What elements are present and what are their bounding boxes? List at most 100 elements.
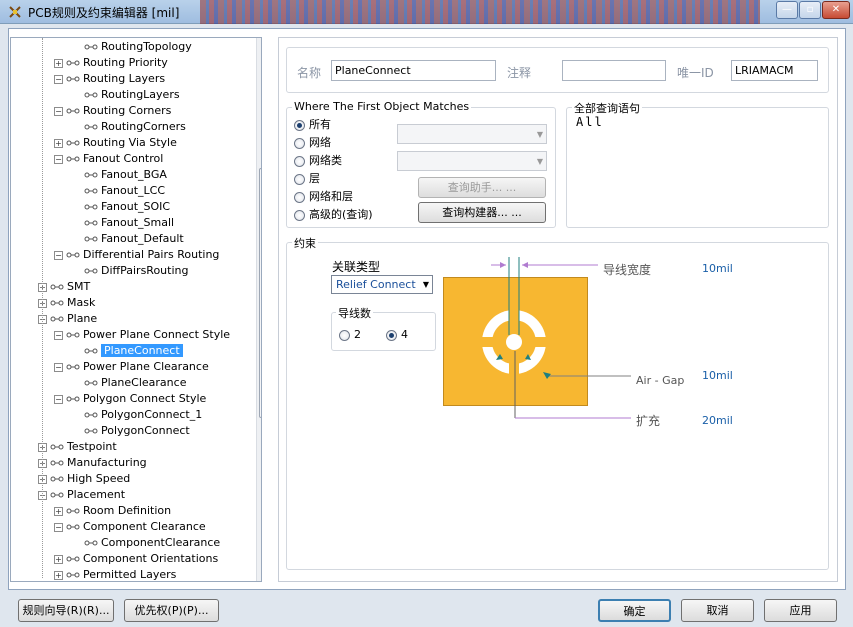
tree-item[interactable]: + High Speed xyxy=(38,471,130,487)
scroll-down-icon[interactable]: ▼ xyxy=(257,565,261,581)
tree-item[interactable]: PlaneClearance xyxy=(84,375,186,391)
comment-input[interactable] xyxy=(562,60,666,81)
tree-item[interactable]: + SMT xyxy=(38,279,90,295)
chevron-down-icon: ▼ xyxy=(536,130,543,139)
tree-item[interactable]: RoutingCorners xyxy=(84,119,186,135)
tree-item[interactable]: PolygonConnect_1 xyxy=(84,407,202,423)
tree-item[interactable]: − Power Plane Connect Style xyxy=(54,327,230,343)
scroll-up-icon[interactable]: ▲ xyxy=(257,38,261,54)
tree-item[interactable]: − Polygon Connect Style xyxy=(54,391,206,407)
full-query-group xyxy=(566,107,829,228)
tree-item[interactable]: − Power Plane Clearance xyxy=(54,359,209,375)
tree-item-label: Component Orientations xyxy=(83,552,219,565)
match-option-radio[interactable]: 层 xyxy=(294,172,320,186)
match-option-radio[interactable]: 网络类 xyxy=(294,154,342,168)
expand-icon[interactable]: + xyxy=(54,554,63,564)
expand-icon[interactable]: + xyxy=(54,506,63,516)
tree-item-label: RoutingTopology xyxy=(101,40,192,53)
rule-icon xyxy=(84,428,98,434)
cancel-button[interactable]: 取消 xyxy=(681,599,754,622)
tree-item-label: Routing Corners xyxy=(83,104,172,117)
full-query-text[interactable]: All xyxy=(576,115,604,129)
collapse-icon[interactable]: − xyxy=(54,154,63,164)
tree-item[interactable]: − Differential Pairs Routing xyxy=(54,247,219,263)
airgap-label: Air - Gap xyxy=(636,374,685,387)
tree-item[interactable]: Fanout_Default xyxy=(84,231,184,247)
radio-dot xyxy=(294,209,305,221)
tree-item[interactable]: RoutingTopology xyxy=(84,39,192,55)
tree-item[interactable]: Fanout_BGA xyxy=(84,167,167,183)
tree-item-label: Fanout_Small xyxy=(101,216,175,229)
collapse-icon[interactable]: − xyxy=(54,394,63,404)
collapse-icon[interactable]: − xyxy=(54,106,63,116)
tree-item[interactable]: + Routing Priority xyxy=(54,55,168,71)
tree-item[interactable]: − Fanout Control xyxy=(54,151,163,167)
tree-item[interactable]: PlaneConnect xyxy=(84,343,183,359)
rule-icon xyxy=(50,444,64,450)
rule-icon xyxy=(84,188,98,194)
rule-icon xyxy=(84,204,98,210)
match-group-title: Where The First Object Matches xyxy=(292,100,472,113)
tree-item[interactable]: − Placement xyxy=(38,487,125,503)
match-combo-1[interactable]: ▼ xyxy=(397,124,547,144)
rule-wizard-button[interactable]: 规则向导(R)(R)... xyxy=(18,599,114,622)
tree-item[interactable]: + Component Orientations xyxy=(54,551,218,567)
rule-icon xyxy=(50,316,64,322)
collapse-icon[interactable]: − xyxy=(54,522,63,532)
conductors-4-radio[interactable]: 4 xyxy=(386,328,408,342)
tree-item[interactable]: − Plane xyxy=(38,311,97,327)
match-option-radio[interactable]: 网络和层 xyxy=(294,190,353,204)
tree-item[interactable]: + Permitted Layers xyxy=(54,567,176,581)
expand-icon[interactable]: + xyxy=(54,570,63,580)
tree-scrollbar[interactable]: ▲ ▼ xyxy=(256,38,261,581)
apply-button[interactable]: 应用 xyxy=(764,599,837,622)
query-helper-button[interactable]: 查询助手... ... xyxy=(418,177,546,198)
conductors-2-radio[interactable]: 2 xyxy=(339,328,361,342)
tree-item[interactable]: Fanout_LCC xyxy=(84,183,165,199)
expansion-value[interactable]: 20mil xyxy=(702,414,733,427)
collapse-icon[interactable]: − xyxy=(54,74,63,84)
tree-item[interactable]: + Routing Via Style xyxy=(54,135,177,151)
collapse-icon[interactable]: − xyxy=(54,362,63,372)
maximize-button[interactable]: ▫ xyxy=(799,1,821,19)
uid-input[interactable]: LRIAMACM xyxy=(731,60,818,81)
radio-dot xyxy=(386,329,397,341)
tree-item[interactable]: + Testpoint xyxy=(38,439,117,455)
close-button[interactable]: ✕ xyxy=(822,1,850,19)
match-combo-2[interactable]: ▼ xyxy=(397,151,547,171)
match-option-radio[interactable]: 网络 xyxy=(294,136,331,150)
tree-item[interactable]: ComponentClearance xyxy=(84,535,220,551)
scroll-thumb[interactable] xyxy=(259,168,261,418)
match-option-label: 高级的(查询) xyxy=(309,208,373,221)
tree-item[interactable]: + Mask xyxy=(38,295,95,311)
tree-item-label: PolygonConnect_1 xyxy=(101,408,203,421)
rule-tree[interactable]: ▲ ▼ RoutingTopology + Routing Priority − Rou… xyxy=(10,37,262,582)
rule-icon xyxy=(66,556,80,562)
tree-item[interactable]: RoutingLayers xyxy=(84,87,180,103)
tree-item[interactable]: + Manufacturing xyxy=(38,455,147,471)
full-query-title: 全部查询语句 xyxy=(572,100,642,116)
name-input[interactable]: PlaneConnect xyxy=(331,60,496,81)
priority-button[interactable]: 优先权(P)(P)... xyxy=(124,599,219,622)
match-option-radio[interactable]: 所有 xyxy=(294,118,331,132)
width-value[interactable]: 10mil xyxy=(702,262,733,275)
connect-type-select[interactable]: Relief Connect ▼ xyxy=(331,275,433,294)
minimize-button[interactable]: — xyxy=(776,1,798,19)
tree-item[interactable]: + Room Definition xyxy=(54,503,171,519)
rule-icon xyxy=(66,364,80,370)
query-builder-button[interactable]: 查询构建器... ... xyxy=(418,202,546,223)
tree-item[interactable]: Fanout_Small xyxy=(84,215,174,231)
collapse-icon[interactable]: − xyxy=(54,250,63,260)
tree-item[interactable]: − Component Clearance xyxy=(54,519,206,535)
ok-button[interactable]: 确定 xyxy=(598,599,671,622)
tree-item[interactable]: Fanout_SOIC xyxy=(84,199,170,215)
collapse-icon[interactable]: − xyxy=(54,330,63,340)
expand-icon[interactable]: + xyxy=(54,138,63,148)
expand-icon[interactable]: + xyxy=(54,58,63,68)
tree-item[interactable]: − Routing Layers xyxy=(54,71,165,87)
airgap-value[interactable]: 10mil xyxy=(702,369,733,382)
tree-item[interactable]: − Routing Corners xyxy=(54,103,171,119)
match-option-radio[interactable]: 高级的(查询) xyxy=(294,208,373,222)
tree-item[interactable]: PolygonConnect xyxy=(84,423,190,439)
tree-item[interactable]: DiffPairsRouting xyxy=(84,263,188,279)
